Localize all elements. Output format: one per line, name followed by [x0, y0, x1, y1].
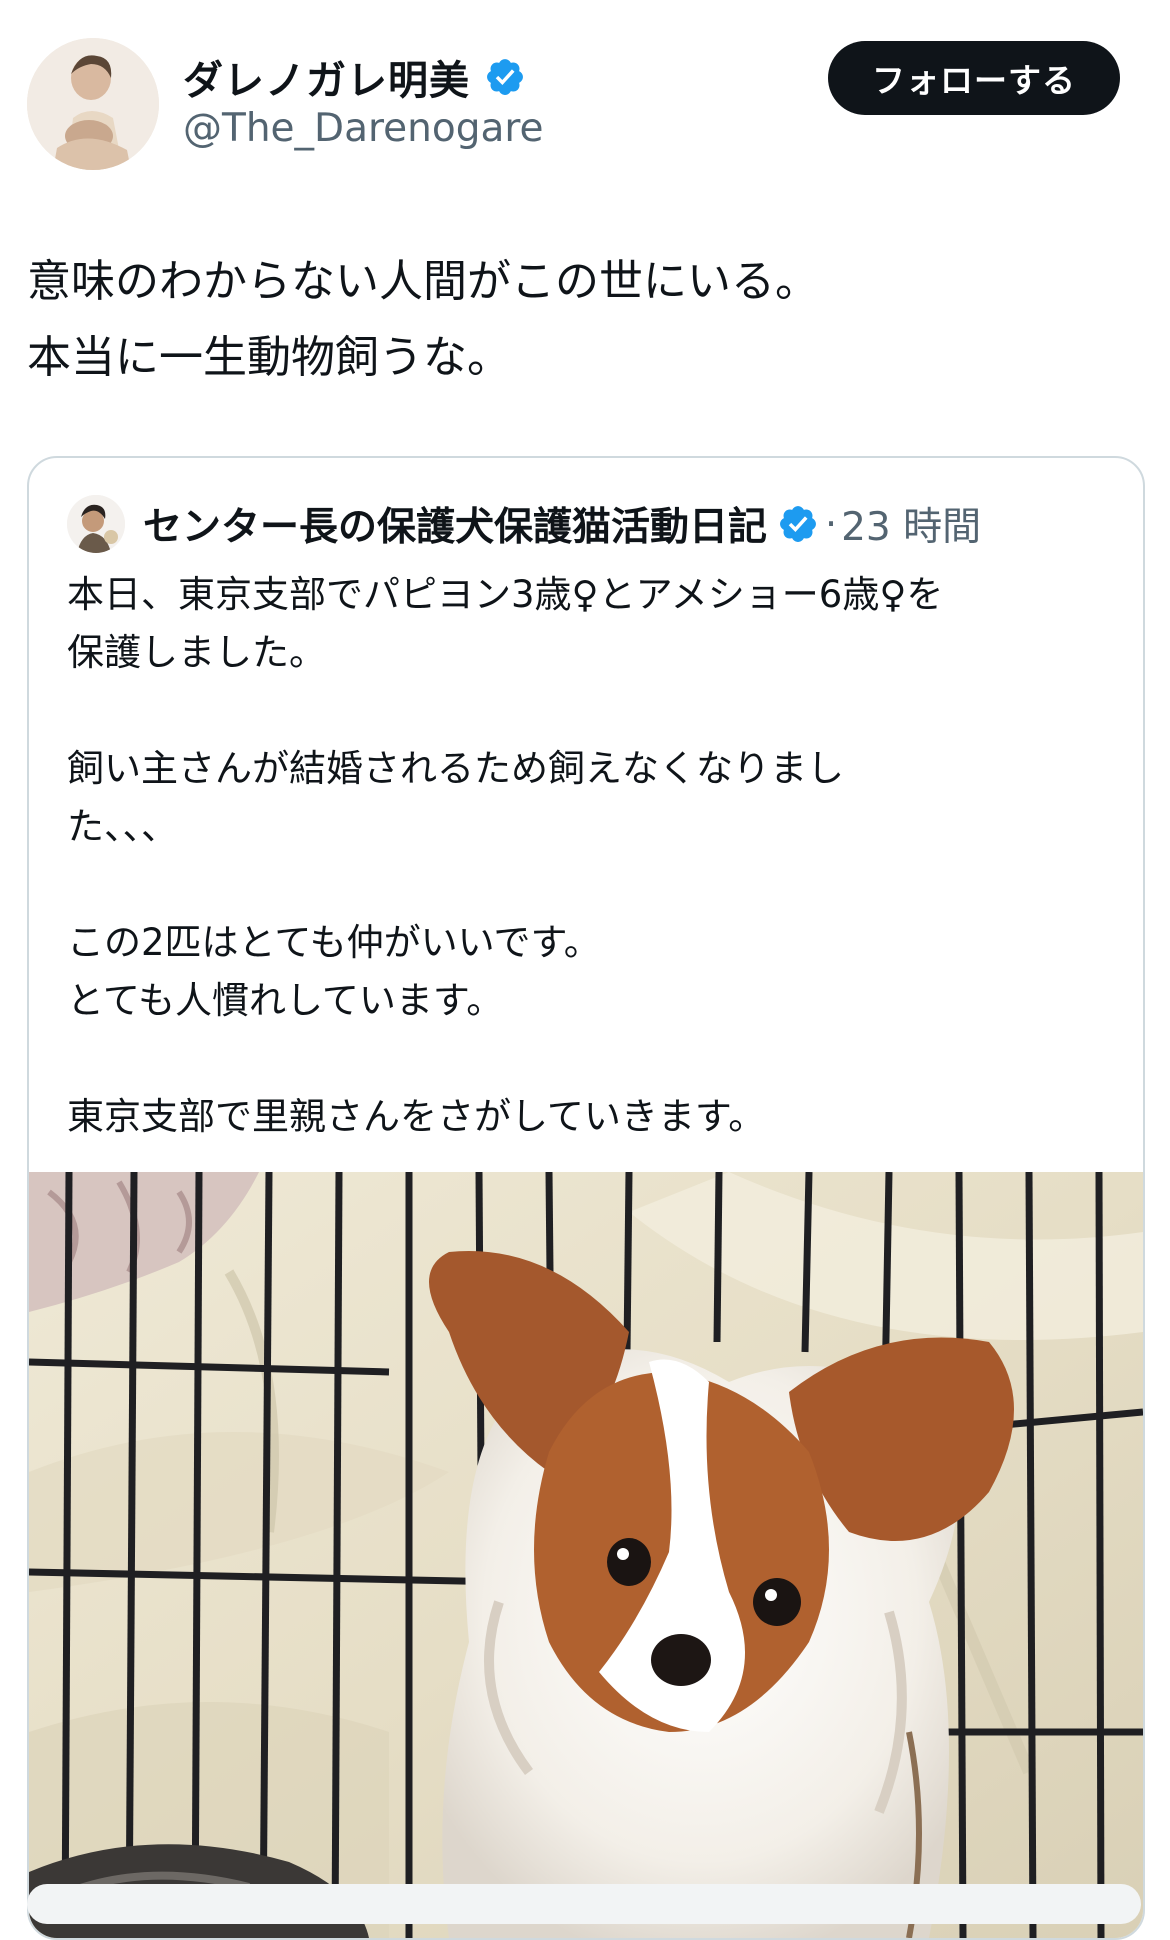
- quoted-text-line: この2匹はとても仲がいいです。: [67, 921, 601, 964]
- quoted-author-avatar-image: [67, 495, 125, 553]
- author-avatar-image: [27, 38, 159, 170]
- quoted-tweet-card[interactable]: センター長の保護犬保護猫活動日記 · 23 時間 本日、東京支部でパピヨン3歳♀…: [27, 456, 1145, 1940]
- tweet-text-line: 本当に一生動物飼うな。: [27, 332, 511, 383]
- author-handle[interactable]: @The_Darenogare: [183, 106, 544, 151]
- verified-badge-icon: [780, 506, 816, 542]
- quoted-text-line: とても人慣れしています。: [67, 979, 504, 1022]
- quoted-text-line: た、、、: [67, 805, 178, 848]
- quoted-author-name[interactable]: センター長の保護犬保護猫活動日記: [143, 496, 767, 552]
- quoted-text-line: 本日、東京支部でパピヨン3歳♀とアメショー6歳♀を: [67, 573, 944, 616]
- tweet-text-line: 意味のわからない人間がこの世にいる。: [27, 256, 819, 307]
- tweet-header: ダレノガレ明美 @The_Darenogare フォローする: [27, 38, 1143, 170]
- time-separator: ·: [825, 502, 838, 546]
- quoted-tweet-header: センター長の保護犬保護猫活動日記 · 23 時間: [67, 494, 981, 554]
- author-name-row: ダレノガレ明美: [183, 52, 526, 104]
- verified-badge-icon[interactable]: [484, 56, 526, 98]
- author-avatar[interactable]: [27, 38, 159, 170]
- quoted-text-line: 飼い主さんが結婚されるため飼えなくなりまし: [67, 747, 844, 790]
- papillon-dog-in-cage-photo: [29, 1172, 1143, 1938]
- quoted-text-line: 東京支部で里親さんをさがしていきます。: [67, 1095, 766, 1138]
- quoted-text-line: 保護しました。: [67, 631, 326, 674]
- quoted-tweet-time[interactable]: 23 時間: [841, 496, 981, 552]
- quoted-tweet-image[interactable]: [29, 1172, 1143, 1938]
- quoted-tweet-text: 本日、東京支部でパピヨン3歳♀とアメショー6歳♀を 保護しました。 飼い主さんが…: [67, 566, 1127, 1146]
- quoted-author-avatar: [67, 495, 125, 553]
- next-tweet-preview: [27, 1884, 1141, 1924]
- author-display-name[interactable]: ダレノガレ明美: [183, 48, 470, 106]
- tweet-text: 意味のわからない人間がこの世にいる。 本当に一生動物飼うな。: [27, 244, 1137, 396]
- follow-button[interactable]: フォローする: [828, 41, 1120, 115]
